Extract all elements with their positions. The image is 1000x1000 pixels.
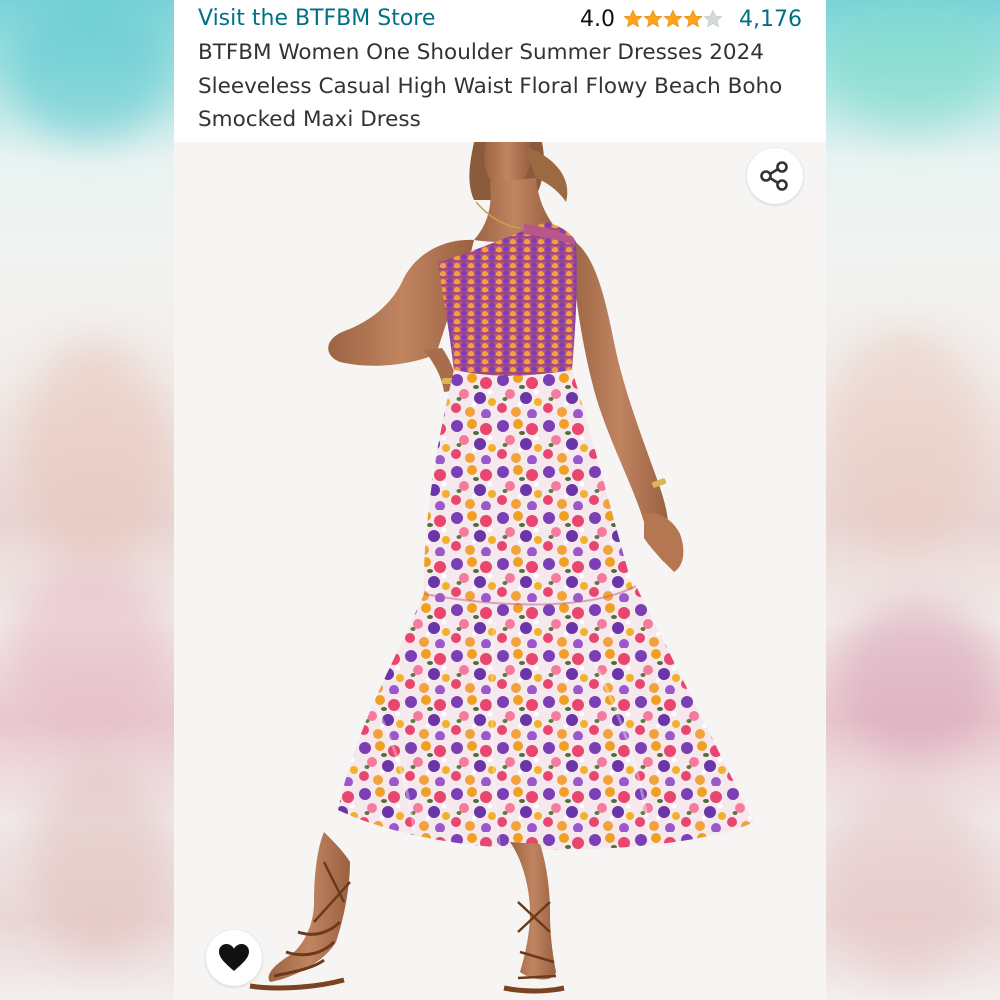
product-image[interactable] (174, 142, 826, 1000)
product-header: Visit the BTFBM Store 4.0 4,176 BTFBM Wo… (174, 0, 826, 142)
store-link[interactable]: Visit the BTFBM Store (198, 4, 435, 34)
rating-summary[interactable]: 4.0 4,176 (580, 4, 802, 34)
product-photo (174, 142, 826, 1000)
product-title: BTFBM Women One Shoulder Summer Dresses … (198, 40, 783, 132)
left-blurred-backdrop (0, 0, 174, 1000)
star-filled-icon (663, 9, 683, 28)
rating-value: 4.0 (580, 6, 616, 32)
right-blurred-backdrop (826, 0, 1000, 1000)
star-filled-icon (643, 9, 663, 28)
screenshot-frame: Visit the BTFBM Store 4.0 4,176 BTFBM Wo… (0, 0, 1000, 1000)
review-count-link[interactable]: 4,176 (739, 7, 802, 32)
star-filled-icon (683, 9, 703, 28)
star-filled-icon (623, 9, 643, 28)
share-button[interactable] (747, 148, 803, 204)
star-rating (623, 9, 723, 29)
wishlist-button[interactable] (206, 930, 262, 986)
star-empty-icon (703, 9, 723, 28)
share-icon (760, 161, 788, 191)
product-card: Visit the BTFBM Store 4.0 4,176 BTFBM Wo… (174, 0, 826, 1000)
heart-icon (219, 944, 249, 971)
